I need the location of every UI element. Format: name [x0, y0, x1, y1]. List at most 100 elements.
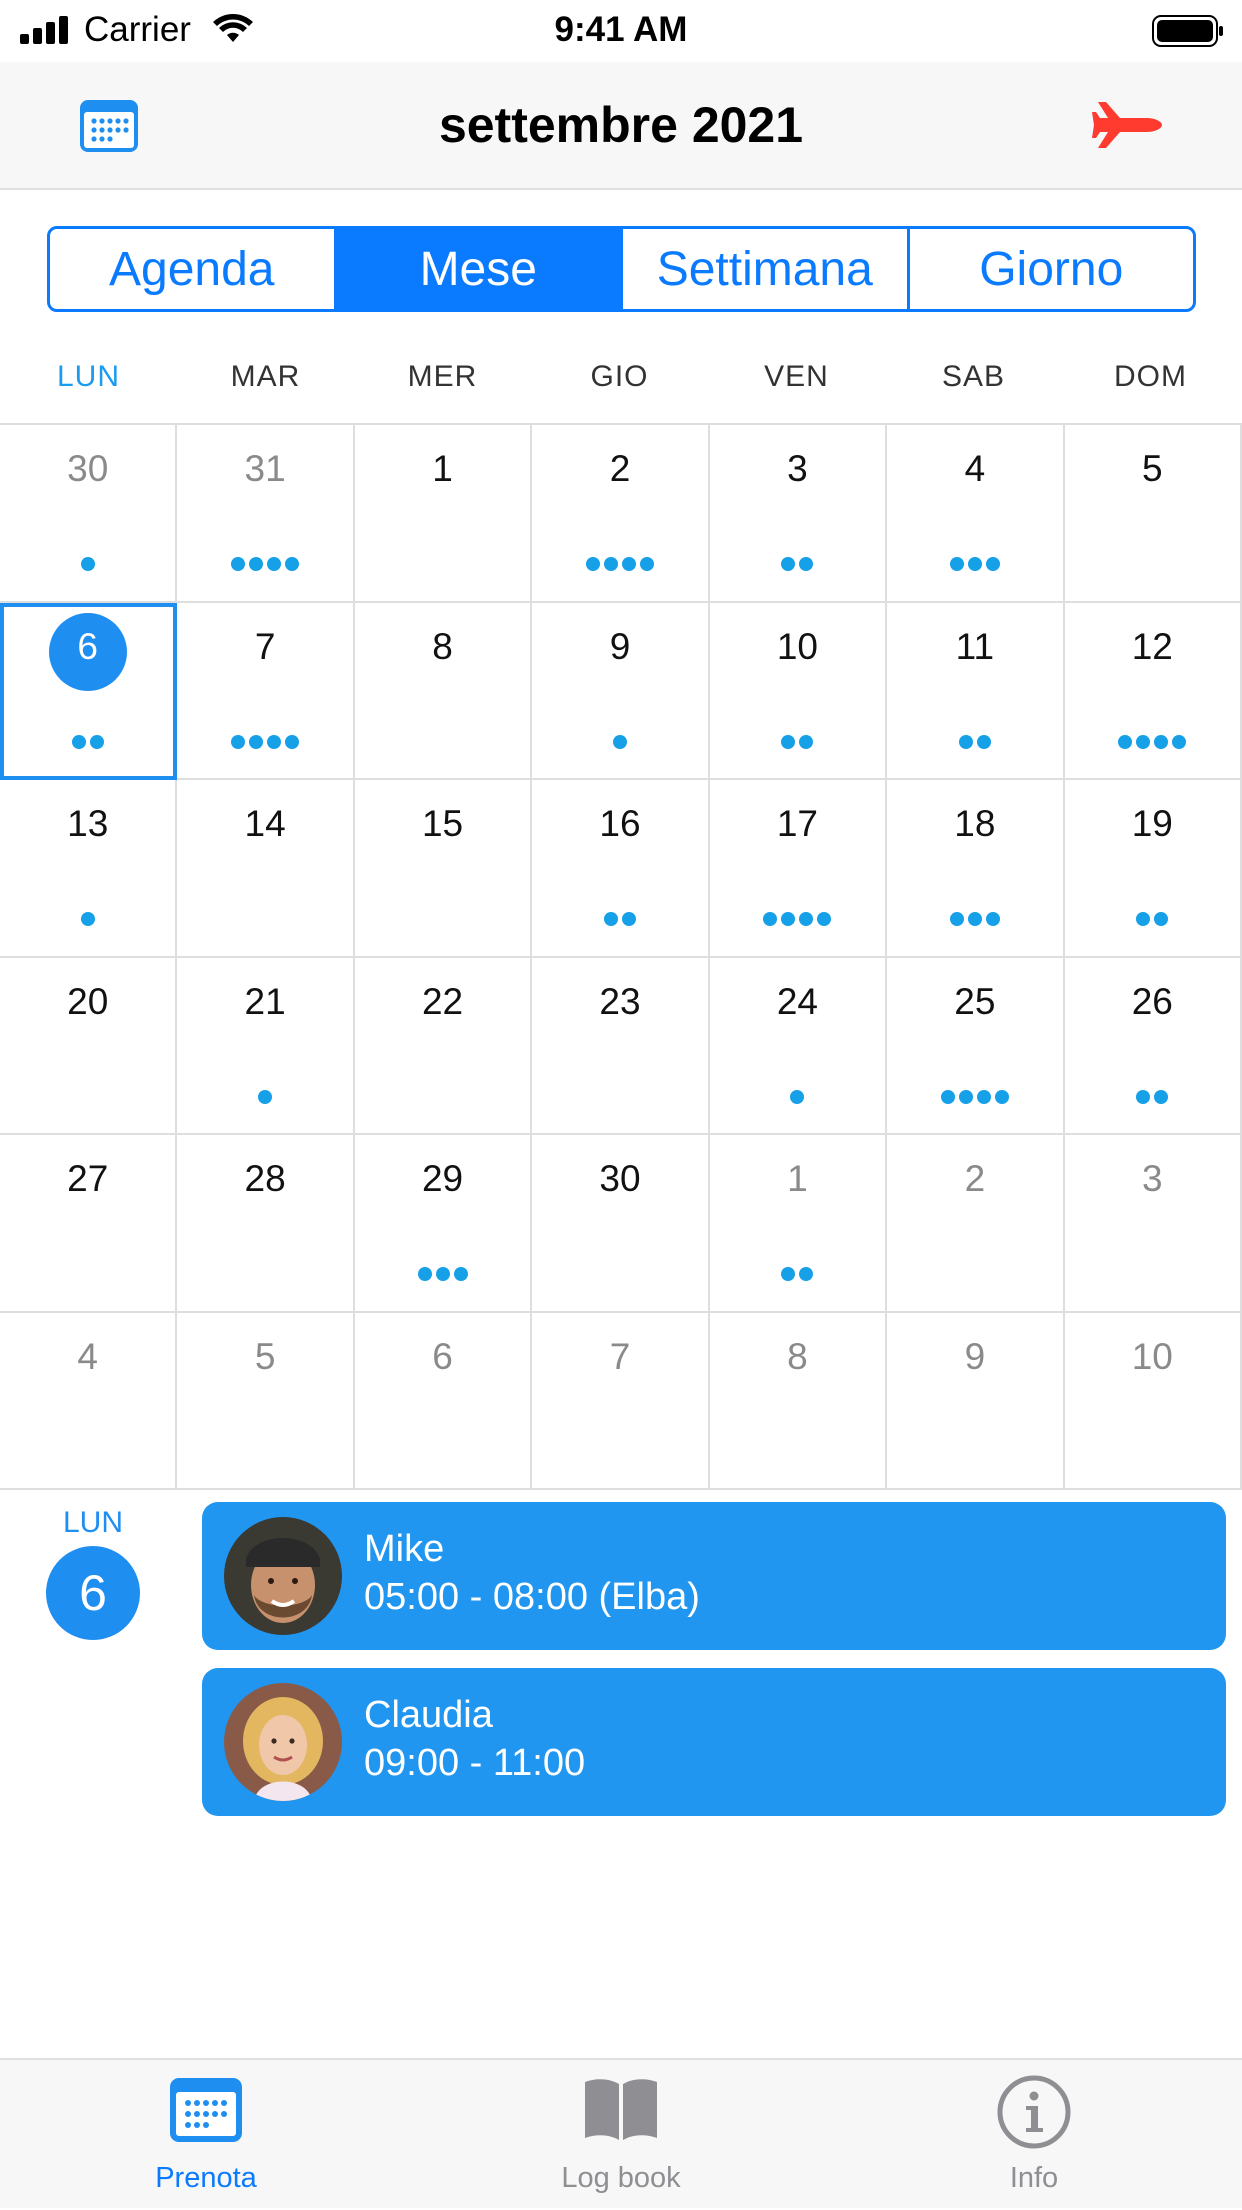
day-cell[interactable]: 31 [177, 425, 355, 603]
day-cell[interactable]: 5 [1064, 425, 1242, 603]
event-dot [1118, 734, 1133, 749]
day-cell[interactable]: 20 [0, 957, 178, 1135]
day-cell[interactable]: 30 [532, 1135, 710, 1313]
day-number: 14 [244, 803, 286, 844]
day-cell[interactable]: 9 [532, 602, 710, 780]
day-cell[interactable]: 10 [1064, 1312, 1242, 1490]
event-dots [0, 734, 175, 749]
day-number: 27 [67, 1158, 109, 1199]
day-number: 10 [1131, 1335, 1173, 1377]
day-number: 5 [1142, 448, 1163, 489]
event-dot [781, 912, 796, 926]
day-cell[interactable]: 22 [354, 957, 533, 1135]
day-cell[interactable]: 27 [0, 1135, 178, 1313]
event-dot [1172, 734, 1187, 749]
day-cell[interactable]: 15 [354, 780, 533, 958]
day-number: 31 [244, 448, 286, 489]
day-cell[interactable]: 23 [532, 957, 710, 1135]
tab-prenota[interactable]: Prenota [56, 2060, 356, 2210]
segment-agenda[interactable]: Agenda [50, 229, 337, 309]
event-card-mike[interactable]: Mike 05:00 - 08:00 (Elba) [202, 1502, 1226, 1650]
day-cell[interactable]: 6 [354, 1312, 533, 1490]
day-number: 7 [254, 625, 276, 667]
day-number: 4 [964, 448, 986, 489]
day-cell[interactable]: 3 [709, 425, 888, 603]
day-cell[interactable]: 3 [1064, 1135, 1242, 1313]
event-dots [0, 912, 175, 926]
day-cell[interactable]: 1 [709, 1135, 888, 1313]
day-cell[interactable]: 24 [709, 957, 888, 1135]
event-dot [603, 912, 618, 926]
event-dot [940, 1089, 955, 1104]
event-card-claudia[interactable]: Claudia 09:00 - 11:00 [202, 1668, 1226, 1816]
weekday-mer: MER [407, 360, 478, 393]
tab-log-book[interactable]: Log book [471, 2060, 771, 2210]
day-cell[interactable]: 25 [887, 957, 1065, 1135]
event-dot [958, 1089, 973, 1104]
event-dots [710, 557, 885, 571]
month-grid: 30 31 1 2 3 4 5 6 7 8 9 10 11 12 13 14 15 16 17 18 19 20 21 22 2… [0, 423, 1242, 1490]
day-cell[interactable]: 7 [532, 1312, 710, 1490]
day-cell[interactable]: 16 [532, 780, 710, 958]
day-cell[interactable]: 13 [0, 780, 178, 958]
segment-giorno[interactable]: Giorno [910, 229, 1194, 309]
event-dot [967, 557, 982, 571]
day-cell[interactable]: 2 [887, 1135, 1065, 1313]
day-cell[interactable]: 11 [887, 602, 1065, 780]
day-cell[interactable]: 21 [177, 957, 355, 1135]
weekday-dom: DOM [1114, 360, 1187, 393]
day-cell[interactable]: 18 [887, 780, 1065, 958]
day-cell[interactable]: 4 [0, 1312, 178, 1490]
day-cell[interactable]: 19 [1064, 780, 1242, 958]
day-cell[interactable]: 10 [709, 602, 888, 780]
event-dot [799, 557, 814, 571]
day-cell[interactable]: 26 [1064, 957, 1242, 1135]
day-cell[interactable]: 8 [354, 602, 533, 780]
day-cell[interactable]: 7 [177, 602, 355, 780]
event-dot [781, 1267, 796, 1281]
day-number: 2 [609, 448, 631, 489]
day-cell[interactable]: 9 [887, 1312, 1065, 1490]
event-dots [710, 734, 885, 749]
event-name: Claudia [364, 1694, 493, 1736]
day-cell[interactable]: 17 [709, 780, 888, 958]
day-cell[interactable]: 1 [354, 425, 533, 603]
day-cell[interactable]: 12 [1064, 602, 1242, 780]
event-dots [532, 734, 707, 749]
tab-label: Prenota [155, 2162, 257, 2194]
day-cell[interactable]: 8 [709, 1312, 888, 1490]
day-number: 28 [244, 1158, 286, 1199]
weekday-gio: GIO [590, 360, 649, 393]
day-cell[interactable]: 6 [0, 602, 178, 780]
day-number: 8 [787, 1335, 808, 1377]
day-cell[interactable]: 29 [354, 1135, 533, 1313]
airplane-icon[interactable] [1090, 92, 1164, 158]
day-number: 15 [421, 803, 464, 844]
day-cell[interactable]: 4 [887, 425, 1065, 603]
page-title: settembre 2021 [438, 97, 804, 153]
event-name: Mike [364, 1528, 445, 1570]
day-cell[interactable]: 30 [0, 425, 178, 603]
tab-bar: Prenota Log book Info [0, 2058, 1242, 2208]
selected-weekday: LUN [62, 1506, 123, 1539]
event-dot [603, 557, 618, 571]
day-number: 30 [599, 1158, 641, 1199]
tab-info[interactable]: Info [884, 2060, 1184, 2210]
event-dot [435, 1267, 450, 1281]
event-dot [781, 734, 796, 749]
day-cell[interactable]: 14 [177, 780, 355, 958]
event-dot [763, 912, 778, 926]
segment-mese[interactable]: Mese [336, 229, 623, 309]
day-cell[interactable]: 2 [532, 425, 710, 603]
event-dots [887, 912, 1062, 926]
event-dot [1154, 734, 1169, 749]
event-dots [0, 557, 175, 571]
event-dot [976, 1089, 991, 1104]
event-dot [453, 1267, 468, 1281]
day-cell[interactable]: 5 [177, 1312, 355, 1490]
day-number: 21 [244, 980, 286, 1022]
day-number: 29 [421, 1158, 464, 1199]
day-number: 25 [954, 980, 996, 1022]
day-cell[interactable]: 28 [177, 1135, 355, 1313]
segment-settimana[interactable]: Settimana [623, 229, 910, 309]
